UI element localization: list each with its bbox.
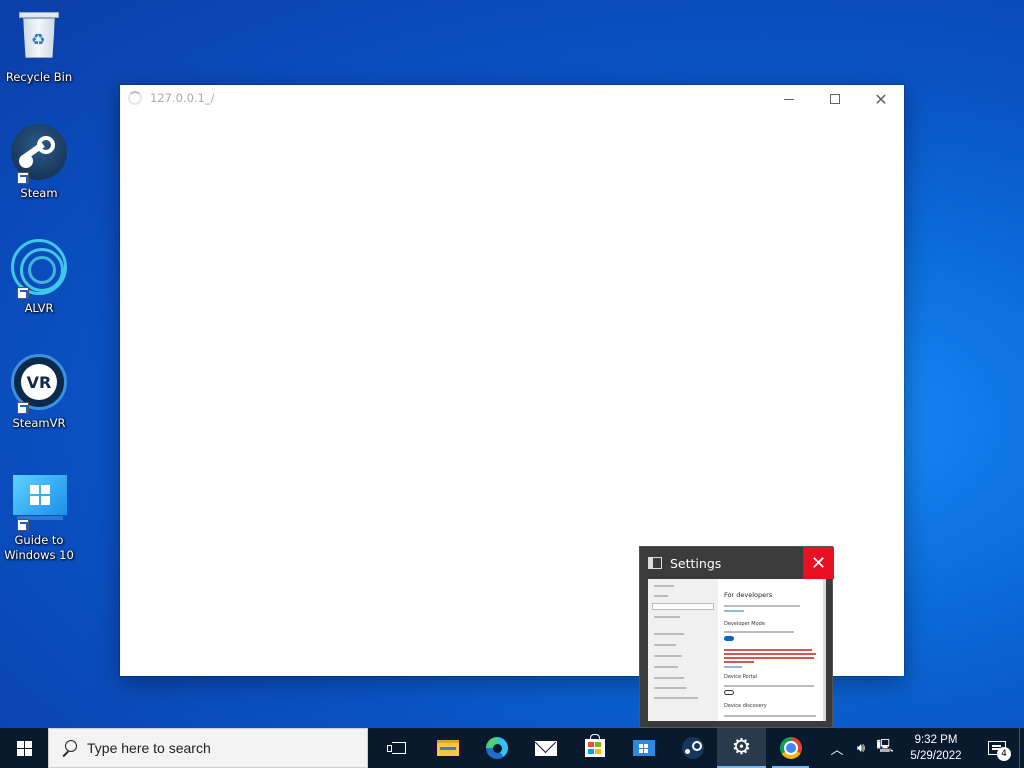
notification-badge: 4 — [997, 747, 1011, 761]
minimize-icon — [784, 98, 794, 100]
show-desktop-button[interactable] — [1019, 728, 1024, 768]
maximize-button[interactable] — [812, 85, 858, 113]
desktop-icon-steam[interactable]: Steam — [4, 124, 74, 201]
taskbar-settings[interactable]: ⚙ — [717, 728, 766, 768]
thumbnail-section-device-discovery: Device discovery — [724, 703, 767, 709]
shortcut-arrow-icon — [17, 519, 29, 531]
desktop-icon-label: ALVR — [24, 301, 54, 315]
preview-title: Settings — [670, 555, 722, 571]
close-icon: ✕ — [874, 89, 888, 109]
desktop-icon-guide-to-windows[interactable]: Guide to Windows 10 — [4, 475, 74, 563]
search-icon — [61, 740, 77, 756]
recycle-bin-icon: ♻ — [15, 10, 63, 58]
shortcut-arrow-icon — [17, 402, 29, 414]
start-button[interactable] — [0, 728, 48, 768]
preview-thumbnail[interactable]: For developers Developer Mode Device Por… — [648, 579, 826, 721]
desktop-icon-label: Recycle Bin — [5, 70, 73, 84]
thumbnail-toggle-off — [724, 690, 734, 695]
windows-guide-icon — [632, 740, 655, 756]
taskbar-windows-guide[interactable] — [619, 728, 668, 768]
close-icon: ✕ — [810, 552, 827, 574]
shortcut-arrow-icon — [17, 172, 29, 184]
desktop-icon-label: Steam — [20, 186, 58, 200]
preview-close-button[interactable]: ✕ — [803, 547, 834, 579]
steamvr-icon: VR — [11, 354, 67, 414]
clock-time: 9:32 PM — [914, 734, 958, 746]
desktop-icon-recycle-bin[interactable]: ♻ Recycle Bin — [4, 10, 74, 85]
window-title-bar[interactable]: 127.0.0.1_/ — [128, 91, 215, 105]
volume-icon: 🔊︎ — [856, 740, 866, 756]
windows-logo-icon — [16, 740, 32, 756]
action-center-button[interactable]: 4 — [975, 728, 1019, 768]
loading-spinner-icon — [128, 91, 142, 105]
taskbar-mail[interactable] — [521, 728, 570, 768]
taskbar-search-box[interactable]: Type here to search — [48, 728, 368, 768]
clock[interactable]: 9:32 PM 5/29/2022 — [897, 732, 975, 764]
shortcut-arrow-icon — [17, 287, 29, 299]
taskbar-steam[interactable] — [668, 728, 717, 768]
settings-taskbar-preview[interactable]: Settings ✕ For developers Developer Mode — [639, 546, 834, 728]
task-view-button[interactable] — [374, 728, 423, 768]
thumbnail-section-device-portal: Device Portal — [724, 674, 758, 680]
edge-icon — [485, 737, 508, 759]
taskbar-chrome[interactable] — [766, 728, 815, 768]
thumbnail-scrollbar — [823, 579, 826, 721]
thumbnail-heading: For developers — [724, 591, 773, 599]
thumbnail-toggle-on — [724, 636, 734, 641]
search-placeholder: Type here to search — [87, 740, 211, 756]
windows-guide-icon — [13, 475, 67, 531]
network-button[interactable]: 🖳 — [873, 737, 897, 759]
maximize-icon — [830, 94, 840, 104]
alvr-icon — [11, 239, 67, 299]
taskbar-edge[interactable] — [472, 728, 521, 768]
window-title: 127.0.0.1_/ — [150, 91, 215, 105]
task-view-icon — [386, 742, 406, 754]
settings-app-icon — [648, 557, 662, 569]
preview-header[interactable]: Settings — [640, 547, 803, 579]
desktop-icon-steamvr[interactable]: VR SteamVR — [4, 354, 74, 431]
chevron-up-icon: ︿ — [830, 742, 844, 758]
gear-icon: ⚙ — [731, 735, 752, 760]
volume-button[interactable]: 🔊︎ — [849, 741, 873, 756]
desktop-icon-label: Guide to Windows 10 — [4, 533, 74, 562]
thumbnail-sidebar — [648, 579, 718, 721]
show-hidden-icons-button[interactable]: ︿ — [825, 739, 849, 758]
steam-icon — [681, 737, 704, 759]
clock-date: 5/29/2022 — [910, 750, 962, 762]
system-tray: ︿ 🔊︎ 🖳 9:32 PM 5/29/2022 4 — [825, 728, 1024, 768]
steamvr-logo-text: VR — [21, 364, 57, 400]
thumbnail-section-developer-mode: Developer Mode — [724, 621, 765, 627]
desktop-icon-alvr[interactable]: ALVR — [4, 239, 74, 316]
taskbar-file-explorer[interactable] — [423, 728, 472, 768]
store-icon — [584, 734, 605, 757]
network-icon: 🖳 — [876, 739, 894, 754]
taskbar-store[interactable] — [570, 728, 619, 768]
taskbar: Type here to search ⚙ ︿ 🔊︎ 🖳 9:32 PM 5/2… — [0, 728, 1024, 768]
close-button[interactable]: ✕ — [858, 85, 904, 113]
folder-icon — [436, 740, 459, 756]
steam-icon — [11, 124, 67, 184]
desktop-icon-label: SteamVR — [12, 416, 66, 430]
chrome-icon — [779, 737, 802, 759]
mail-icon — [534, 740, 557, 756]
minimize-button[interactable] — [766, 85, 812, 113]
thumbnail-content: For developers Developer Mode Device Por… — [718, 579, 826, 721]
